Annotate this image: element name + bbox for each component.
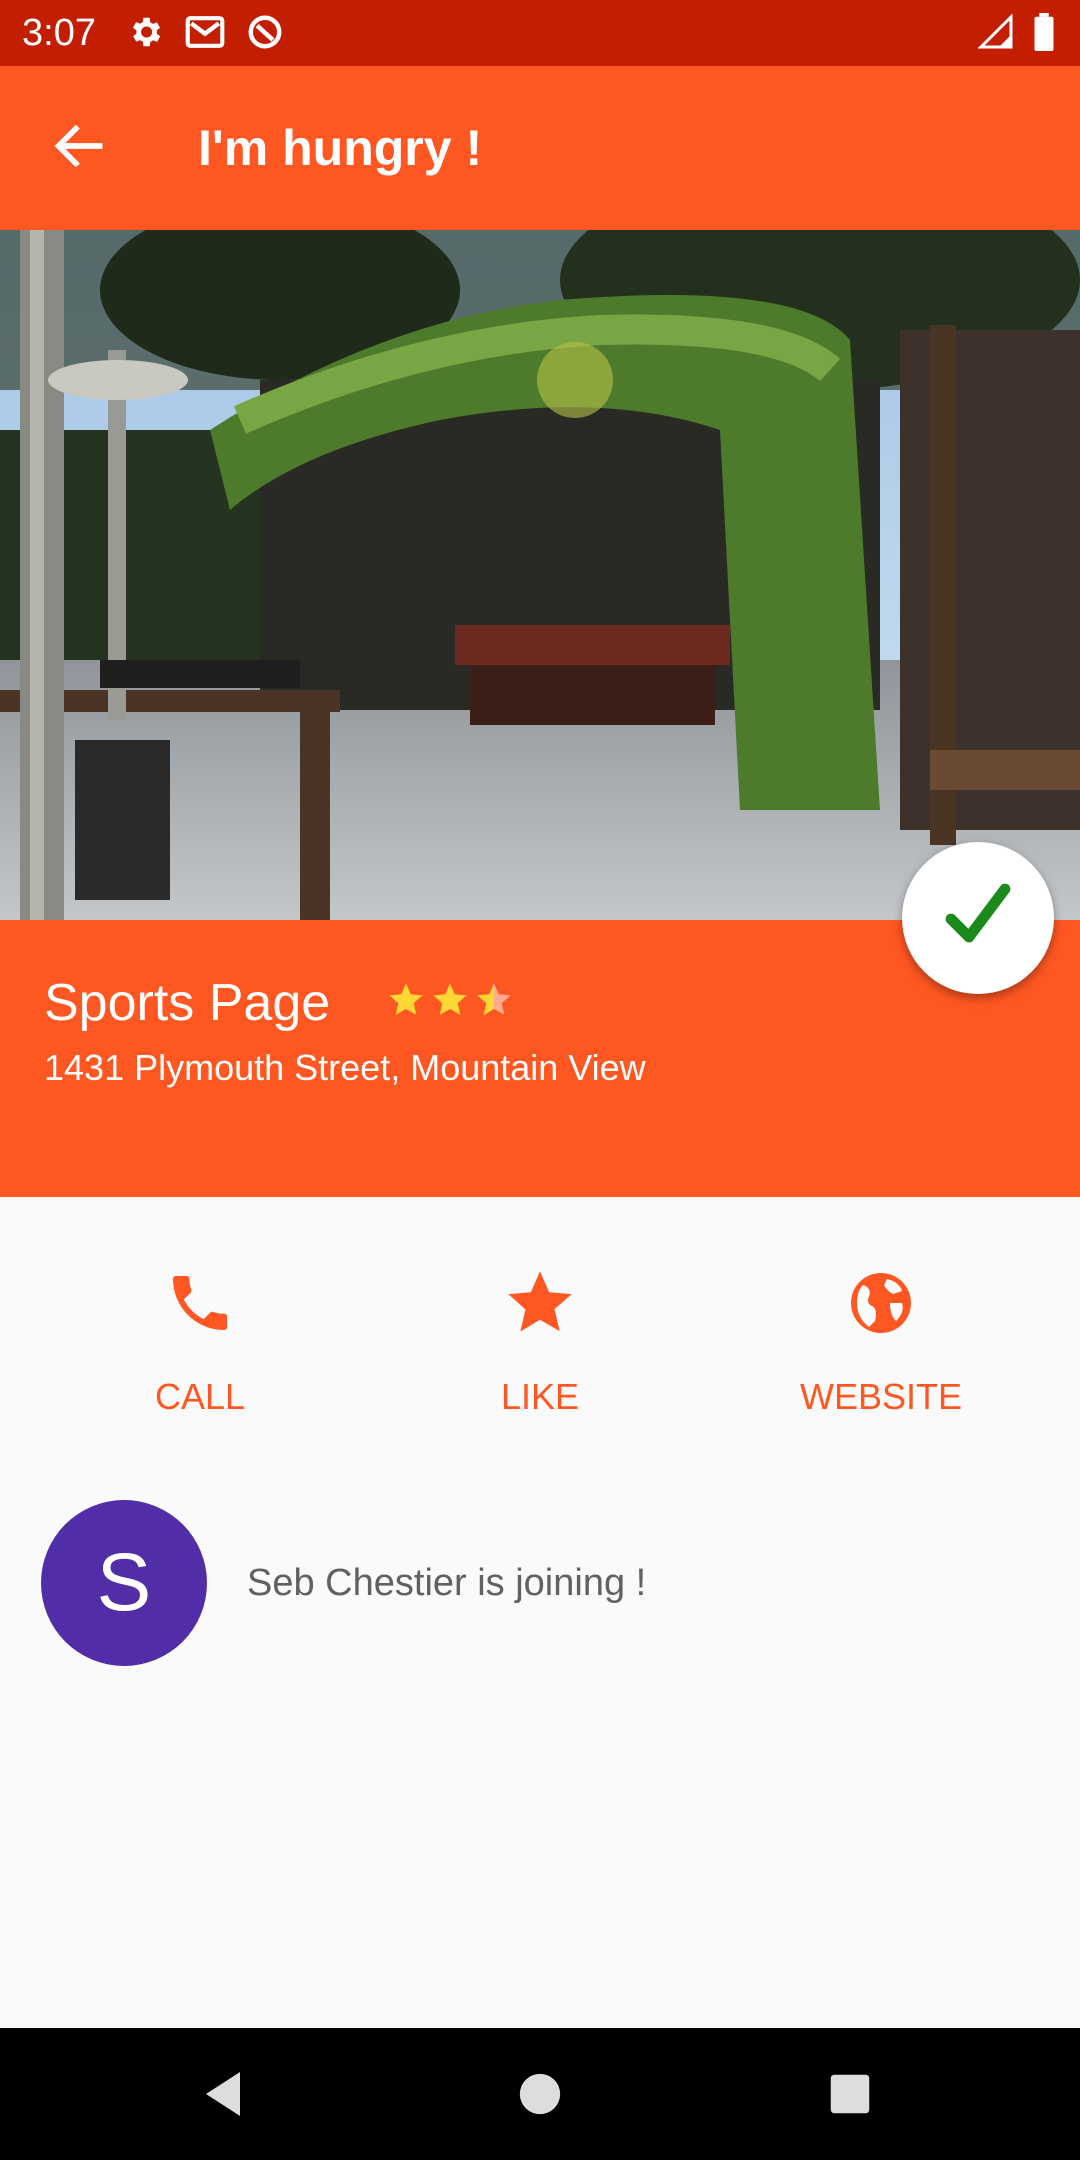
back-nav-icon[interactable] bbox=[200, 2068, 248, 2125]
place-address: 1431 Plymouth Street, Mountain View bbox=[44, 1047, 646, 1088]
phone-icon bbox=[164, 1267, 236, 1344]
battery-icon bbox=[1032, 13, 1056, 56]
call-button[interactable]: CALL bbox=[50, 1267, 350, 1419]
action-row: CALL LIKE WEBSITE bbox=[0, 1197, 1080, 1457]
like-button[interactable]: LIKE bbox=[390, 1267, 690, 1419]
back-arrow-icon bbox=[52, 124, 104, 173]
website-label: WEBSITE bbox=[799, 1376, 963, 1417]
place-name: Sports Page bbox=[44, 974, 331, 1032]
settings-icon bbox=[126, 13, 164, 56]
gmail-icon bbox=[184, 13, 226, 56]
recents-nav-icon[interactable] bbox=[829, 2073, 871, 2120]
back-button[interactable] bbox=[42, 118, 114, 178]
star-icon bbox=[502, 1265, 578, 1346]
navigation-bar bbox=[0, 2028, 1080, 2160]
call-label: CALL bbox=[154, 1376, 246, 1417]
joining-list-item: S Seb Chestier is joining ! bbox=[0, 1500, 1080, 1666]
joining-text: Seb Chestier is joining ! bbox=[247, 1562, 647, 1604]
join-check-button[interactable] bbox=[902, 842, 1054, 994]
star-icon bbox=[430, 980, 470, 1025]
check-icon bbox=[942, 880, 1014, 957]
website-button[interactable]: WEBSITE bbox=[731, 1267, 1031, 1419]
status-bar: 3:07 bbox=[0, 0, 1080, 66]
signal-icon bbox=[977, 13, 1014, 55]
avatar: S bbox=[41, 1500, 207, 1666]
restaurant-photo bbox=[0, 230, 1080, 920]
status-time: 3:07 bbox=[22, 12, 96, 54]
sync-icon bbox=[246, 13, 284, 56]
half-star-icon bbox=[474, 980, 514, 1025]
star-icon bbox=[386, 980, 426, 1025]
page-title: I'm hungry ! bbox=[198, 120, 483, 176]
app-bar: I'm hungry ! bbox=[0, 66, 1080, 230]
like-label: LIKE bbox=[500, 1376, 580, 1417]
rating-stars bbox=[386, 980, 514, 1025]
globe-icon bbox=[845, 1267, 917, 1344]
home-nav-icon[interactable] bbox=[518, 2072, 562, 2121]
